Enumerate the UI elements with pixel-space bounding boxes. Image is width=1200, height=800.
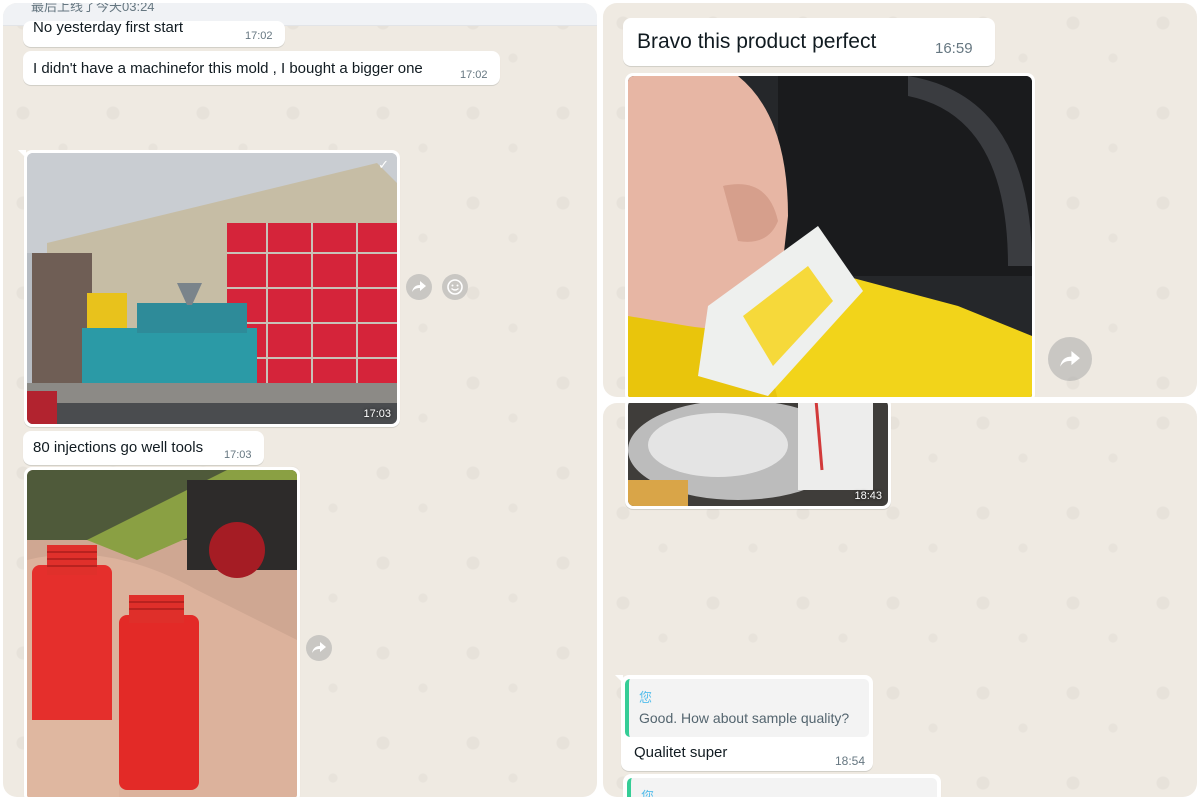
message-time: 17:03 xyxy=(224,449,252,461)
image-truck-machine[interactable]: 17:03 ✓ xyxy=(27,153,397,424)
message-bubble[interactable]: 80 injections go well tools 17:03 xyxy=(23,431,264,465)
message-bubble[interactable]: I didn't have a machinefor this mold , I… xyxy=(23,51,500,85)
buckle-photo xyxy=(628,76,1032,397)
image-time: 18:43 xyxy=(854,490,882,502)
message-text: No yesterday first start xyxy=(33,19,184,36)
quote-text: Good. How about sample quality? xyxy=(639,710,850,726)
red-caps-photo xyxy=(27,470,297,797)
chat-panel-left: 最后上线了今天03:24 No yesterday first start 17… xyxy=(3,3,597,797)
forward-button[interactable] xyxy=(406,274,432,300)
last-seen-status: 最后上线了今天03:24 xyxy=(31,3,155,14)
image-message[interactable]: 18:43 xyxy=(625,403,891,509)
checkmark-icon: ✓ xyxy=(378,157,389,172)
forward-icon xyxy=(412,281,426,292)
forward-icon xyxy=(1060,350,1080,367)
forward-icon xyxy=(312,642,326,653)
emoji-icon xyxy=(447,279,463,295)
quote-author: 您 xyxy=(639,690,653,705)
forward-button[interactable] xyxy=(1048,337,1092,381)
reply-message-bubble[interactable]: 您 xyxy=(623,774,941,797)
chat-panel-bottom-right: 18:43 您 Good. How about sample quality? … xyxy=(603,403,1197,797)
image-time: 17:03 xyxy=(363,408,391,420)
image-message[interactable]: 17:03 ✓ xyxy=(24,150,400,427)
message-time: 17:02 xyxy=(245,30,273,42)
message-text: Qualitet super xyxy=(634,744,728,761)
chat-panel-top-right: Bravo this product perfect 16:59 xyxy=(603,3,1197,397)
quote-author: 您 xyxy=(641,789,655,797)
message-time: 18:54 xyxy=(835,754,866,768)
message-time: 16:59 xyxy=(935,40,973,57)
reply-message-bubble[interactable]: 您 Good. How about sample quality? Qualit… xyxy=(621,675,873,771)
react-button[interactable] xyxy=(442,274,468,300)
image-message[interactable] xyxy=(625,73,1035,397)
truck-machine-photo xyxy=(27,153,397,424)
message-text: 80 injections go well tools xyxy=(33,439,204,456)
message-bubble[interactable]: Bravo this product perfect 16:59 xyxy=(623,18,995,66)
forward-button[interactable] xyxy=(306,635,332,661)
message-text: Bravo this product perfect xyxy=(637,30,877,53)
quoted-message[interactable]: 您 Good. How about sample quality? xyxy=(625,679,869,737)
message-text: I didn't have a machinefor this mold , I… xyxy=(33,60,423,77)
message-time: 17:02 xyxy=(460,69,488,81)
image-packaged-samples[interactable]: 18:43 xyxy=(628,403,888,506)
samples-photo xyxy=(628,403,888,506)
image-red-caps[interactable] xyxy=(27,470,297,797)
image-message[interactable] xyxy=(24,467,300,797)
image-white-buckle[interactable] xyxy=(628,76,1032,397)
quoted-message[interactable]: 您 xyxy=(627,778,937,797)
message-bubble[interactable]: No yesterday first start 17:02 xyxy=(23,19,285,47)
